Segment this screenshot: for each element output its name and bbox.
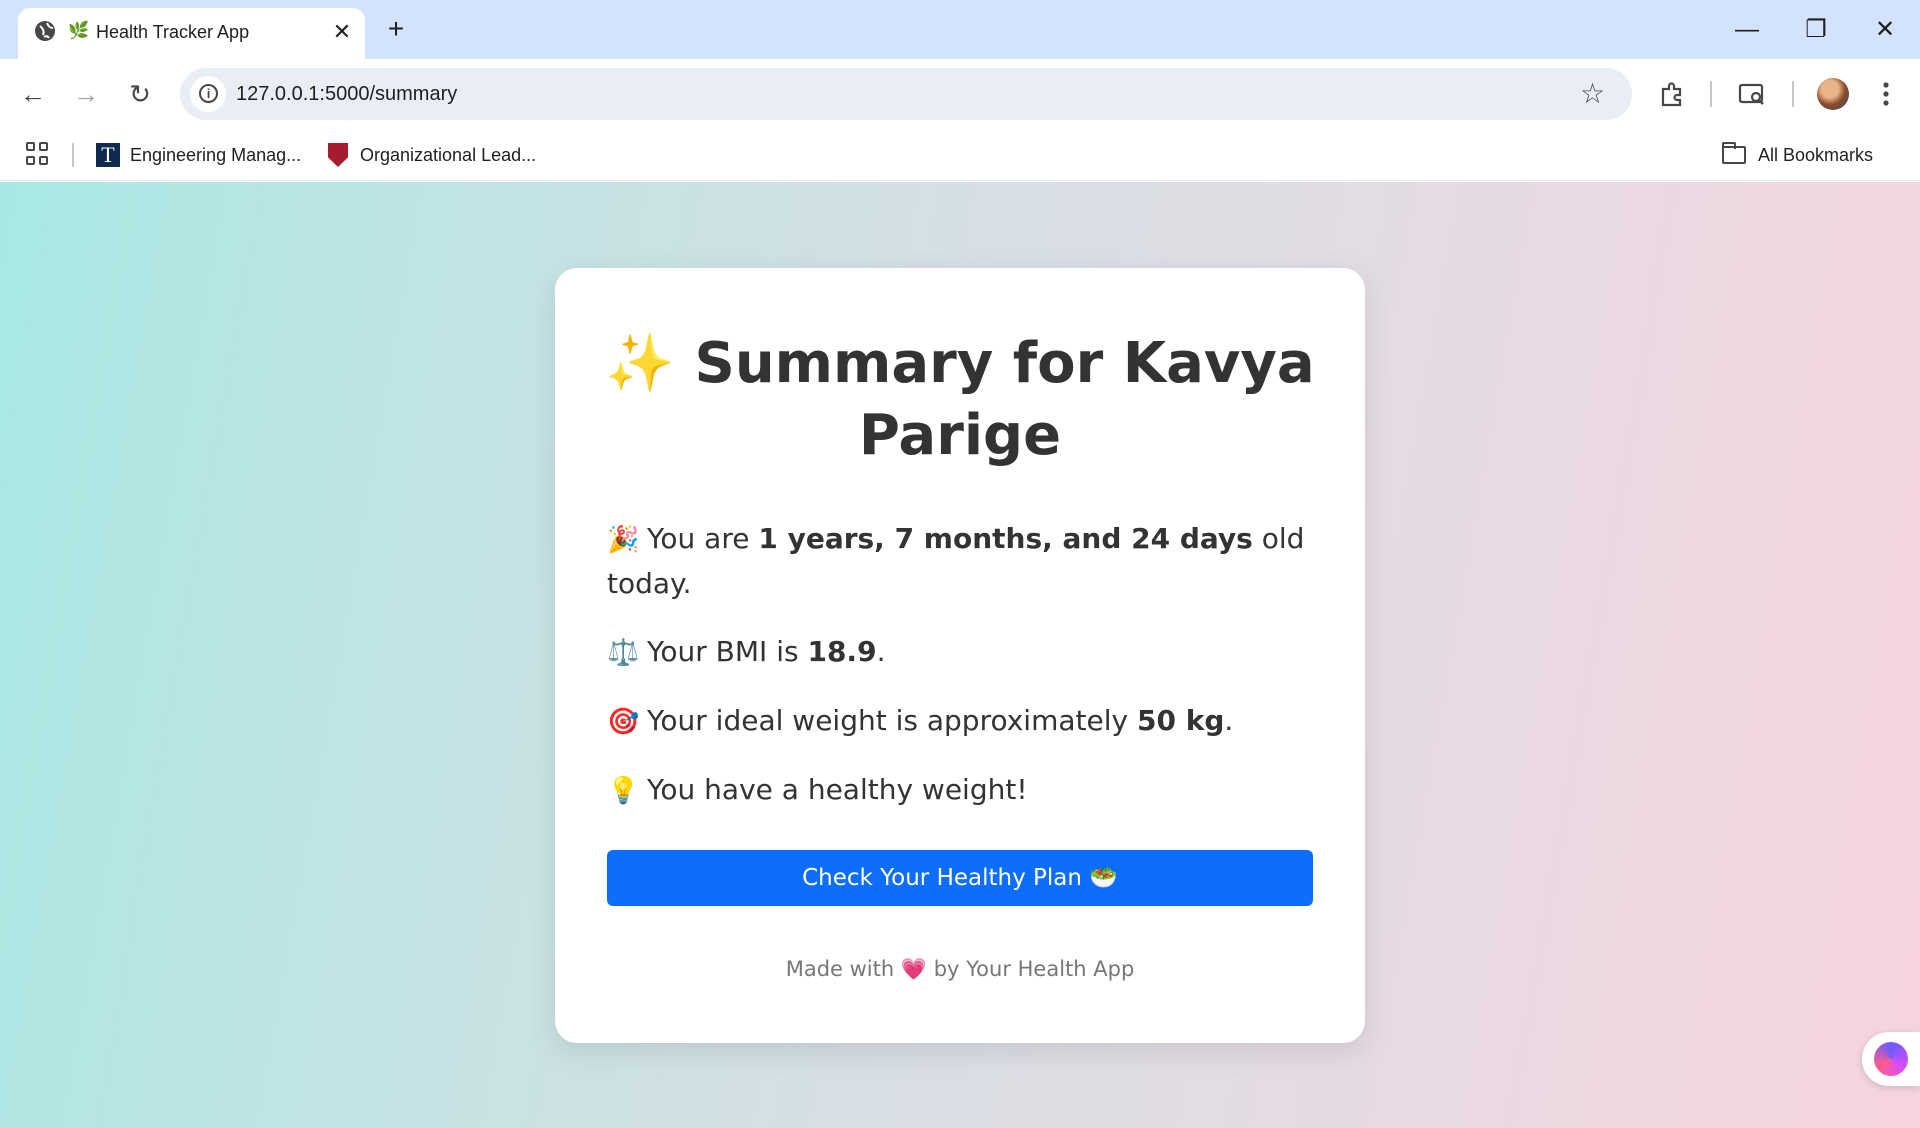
ideal-suffix: . — [1224, 704, 1234, 737]
reload-button[interactable]: ↻ — [122, 76, 158, 112]
window-close-button[interactable]: ✕ — [1862, 12, 1908, 48]
site-info-button[interactable]: i — [190, 76, 226, 112]
globe-icon — [35, 21, 55, 41]
ideal-weight-value: 50 kg — [1136, 704, 1225, 737]
restore-button[interactable]: ❐ — [1793, 12, 1839, 48]
toolbar-divider — [1792, 81, 1794, 107]
info-icon: i — [199, 84, 218, 103]
browser-toolbar: ← → ↻ i 127.0.0.1:5000/summary ☆ — [0, 59, 1920, 129]
summary-card: ✨ Summary for Kavya Parige 🎉 You are 1 ye… — [555, 268, 1365, 1043]
bookmark-engineering-management[interactable]: T Engineering Manag... — [96, 141, 301, 169]
age-value: 1 years, 7 months, and 24 days — [758, 522, 1253, 555]
heart-icon: 💗 — [900, 957, 928, 981]
ideal-weight-line: 🎯 Your ideal weight is approximately 50 k… — [607, 699, 1317, 744]
scales-icon: ⚖️ — [607, 638, 640, 668]
back-button[interactable]: ← — [15, 76, 51, 112]
title-text: Summary for Kavya Parige — [694, 331, 1315, 468]
more-menu-icon[interactable] — [1866, 74, 1906, 114]
bookmarks-bar: T Engineering Manag... Organizational Le… — [0, 129, 1920, 181]
bookmarks-divider — [72, 143, 74, 167]
bmi-suffix: . — [876, 635, 886, 668]
new-tab-button[interactable]: + — [380, 14, 412, 46]
footer-credit: Made with 💗 by Your Health App — [595, 954, 1325, 984]
brain-icon — [1874, 1042, 1908, 1076]
forward-button[interactable]: → — [68, 76, 104, 112]
light-bulb-icon: 💡 — [607, 776, 640, 806]
button-label: Check Your Healthy Plan — [802, 865, 1082, 891]
leaf-icon: 🌿 — [68, 21, 90, 40]
url-text[interactable]: 127.0.0.1:5000/summary — [236, 82, 457, 106]
tab-search-icon[interactable] — [1732, 74, 1772, 114]
folder-icon — [1722, 142, 1746, 164]
target-icon: 🎯 — [607, 707, 640, 737]
weight-status-text: You have a healthy weight! — [647, 773, 1028, 806]
footer-suffix: by Your Health App — [927, 957, 1135, 981]
page-title: ✨ Summary for Kavya Parige — [595, 328, 1325, 472]
bookmark-organizational-leadership[interactable]: Organizational Lead... — [328, 141, 536, 169]
footer-prefix: Made with — [785, 957, 901, 981]
address-bar[interactable]: i 127.0.0.1:5000/summary ☆ — [180, 68, 1632, 120]
profile-avatar[interactable] — [1817, 78, 1849, 110]
age-line: 🎉 You are 1 years, 7 months, and 24 days … — [607, 517, 1317, 606]
ideal-prefix: Your ideal weight is approximately — [647, 704, 1137, 737]
bmi-value: 18.9 — [807, 635, 877, 668]
all-bookmarks-button[interactable]: All Bookmarks — [1722, 141, 1873, 169]
bookmark-label: Engineering Manag... — [130, 144, 302, 165]
bookmark-label: Organizational Lead... — [360, 144, 537, 165]
age-prefix: You are — [647, 522, 759, 555]
bmi-prefix: Your BMI is — [647, 635, 808, 668]
apps-grid-icon[interactable] — [26, 142, 50, 166]
assistant-widget-button[interactable] — [1862, 1032, 1920, 1086]
bmi-line: ⚖️ Your BMI is 18.9. — [607, 630, 1317, 675]
bookmark-star-icon[interactable]: ☆ — [1580, 77, 1605, 111]
extensions-icon[interactable] — [1652, 74, 1692, 114]
salad-icon: 🥗 — [1089, 865, 1118, 891]
tab-health-tracker[interactable]: 🌿 Health Tracker App ✕ — [18, 8, 365, 59]
page-background: ✨ Summary for Kavya Parige 🎉 You are 1 ye… — [0, 182, 1920, 1128]
weight-status-line: 💡 You have a healthy weight! — [607, 768, 1317, 813]
tab-title: Health Tracker App — [96, 22, 250, 42]
all-bookmarks-label: All Bookmarks — [1758, 144, 1874, 165]
tab-strip: 🌿 Health Tracker App ✕ + — ❐ ✕ — [0, 0, 1920, 59]
nyt-logo-icon: T — [96, 143, 120, 167]
close-icon[interactable]: ✕ — [329, 19, 355, 45]
toolbar-divider — [1710, 81, 1712, 107]
minimize-button[interactable]: — — [1724, 12, 1770, 48]
sparkles-icon: ✨ — [605, 331, 675, 396]
party-popper-icon: 🎉 — [607, 525, 640, 555]
harvard-shield-icon — [328, 143, 348, 167]
check-healthy-plan-button[interactable]: Check Your Healthy Plan 🥗 — [607, 850, 1313, 906]
